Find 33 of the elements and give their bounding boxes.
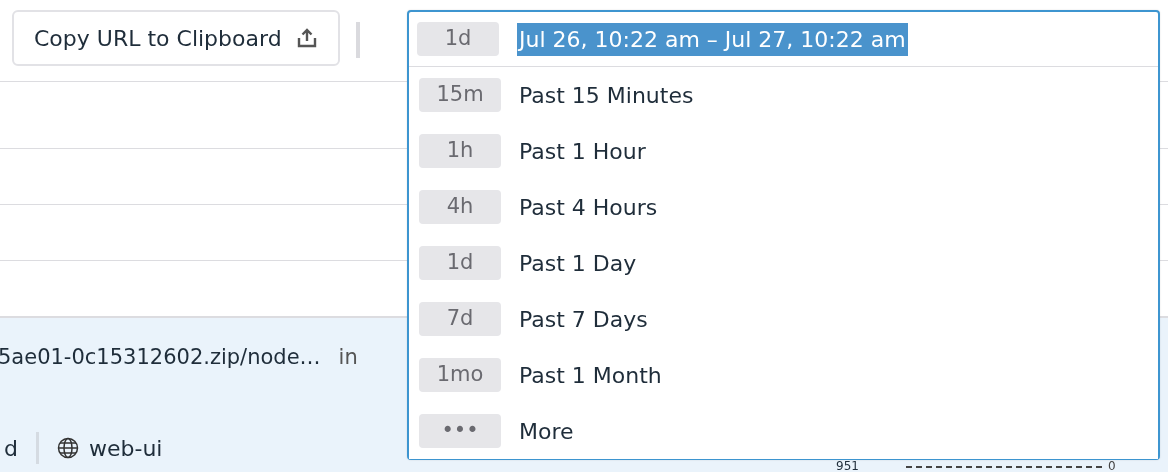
option-label: Past 1 Day xyxy=(519,249,637,278)
duration-chip: 1mo xyxy=(419,358,501,392)
axis-value: 0 xyxy=(1108,460,1116,472)
duration-chip: 1h xyxy=(419,134,501,168)
duration-chip: 15m xyxy=(419,78,501,112)
duration-chip: 1d xyxy=(417,22,499,56)
copy-url-button[interactable]: Copy URL to Clipboard xyxy=(12,10,340,66)
time-option[interactable]: 1mo Past 1 Month xyxy=(409,347,1158,403)
option-label: Past 1 Hour xyxy=(519,137,646,166)
time-option[interactable]: 1h Past 1 Hour xyxy=(409,123,1158,179)
option-label: More xyxy=(519,417,574,446)
service-name: web-ui xyxy=(88,434,163,463)
option-label: Past 15 Minutes xyxy=(519,81,694,110)
time-option[interactable]: 1d Past 1 Day xyxy=(409,235,1158,291)
globe-icon xyxy=(56,437,79,459)
share-icon xyxy=(295,27,318,49)
count-value: 951 xyxy=(836,460,859,472)
duration-chip: 4h xyxy=(419,190,501,224)
option-label: Past 7 Days xyxy=(519,305,648,334)
duration-chip: 1d xyxy=(419,246,501,280)
time-option[interactable]: ••• More xyxy=(409,403,1158,459)
option-label: Past 1 Month xyxy=(519,361,662,390)
file-path-text: 5ae01-0c15312602.zip/node… xyxy=(0,344,321,371)
duration-chip: 7d xyxy=(419,302,501,336)
time-option[interactable]: 15m Past 15 Minutes xyxy=(409,67,1158,123)
time-option[interactable]: 4h Past 4 Hours xyxy=(409,179,1158,235)
time-option[interactable]: 7d Past 7 Days xyxy=(409,291,1158,347)
time-range-input[interactable]: 1d Jul 26, 10:22 am – Jul 27, 10:22 am xyxy=(409,12,1158,67)
tag-text: d xyxy=(4,434,18,463)
in-label: in xyxy=(338,344,358,371)
option-label: Past 4 Hours xyxy=(519,193,658,222)
time-range-value: Jul 26, 10:22 am – Jul 27, 10:22 am xyxy=(517,22,908,56)
duration-chip: ••• xyxy=(419,414,501,448)
